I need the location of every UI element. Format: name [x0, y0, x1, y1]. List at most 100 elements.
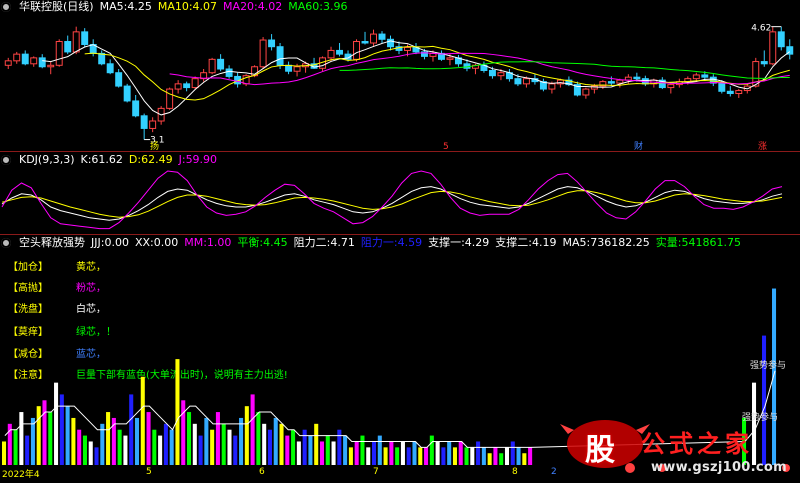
d-indicator: D: 62.49	[128, 153, 173, 166]
settings-icon[interactable]	[1, 155, 11, 165]
volume-bar	[476, 441, 481, 465]
volume-bar	[42, 400, 47, 465]
volume-bar	[19, 412, 24, 465]
ma60-indicator: MA60: 3.96	[288, 0, 348, 13]
candle	[293, 66, 301, 72]
candle	[21, 53, 29, 65]
support1-indicator: 支撑一: 4.29	[428, 236, 490, 249]
volume-title: 空头释放强势	[19, 236, 85, 249]
volume-bar	[464, 447, 469, 465]
main-price-panel[interactable]: 华联控股(日线) MA5: 4.25 MA10: 4.07 MA20: 4.02 MA…	[0, 0, 800, 150]
candle	[692, 74, 700, 80]
volume-bar	[65, 406, 70, 465]
candle	[98, 52, 106, 65]
volume-bar	[54, 382, 59, 465]
volume-bar	[412, 441, 417, 465]
volume-bar	[516, 447, 521, 465]
volume-bar	[106, 412, 111, 465]
volume-bar	[210, 429, 215, 465]
volume-bar	[192, 423, 197, 465]
volume-bar	[123, 435, 128, 465]
volume-bar	[314, 423, 319, 465]
volume-bar	[285, 435, 290, 465]
volume-bar	[134, 417, 140, 465]
candle	[514, 78, 522, 85]
volume-bar	[82, 435, 87, 465]
candle	[463, 63, 471, 69]
volume-bar	[343, 435, 348, 465]
volume-bar	[267, 429, 272, 465]
volume-bar	[187, 412, 192, 465]
volume-bar	[233, 435, 238, 465]
panel-divider[interactable]	[0, 234, 800, 235]
candle	[276, 46, 284, 66]
candle	[72, 31, 80, 53]
volume-bar	[395, 447, 400, 465]
volume-panel-header: 空头释放强势 JJJ: 0.00 XX: 0.00 MM: 1.00 平衡: 4.45 …	[0, 236, 741, 250]
candle	[174, 83, 182, 90]
j-indicator: J: 59.90	[178, 153, 218, 166]
candle	[149, 120, 157, 129]
volume-bar	[163, 423, 168, 465]
panel-divider[interactable]	[0, 151, 800, 152]
candle	[718, 82, 726, 92]
volume-bar	[88, 441, 93, 465]
volume-bar	[441, 447, 446, 465]
volume-bar	[452, 447, 457, 465]
volume-bar	[372, 441, 377, 465]
moving-average-line	[339, 61, 790, 79]
volume-bar	[481, 447, 486, 465]
volume-bar	[302, 429, 307, 465]
candle	[667, 84, 675, 89]
volume-bar	[146, 412, 151, 465]
volume-bar	[447, 441, 452, 465]
candle	[106, 63, 114, 74]
candle	[336, 49, 344, 55]
candle	[327, 49, 335, 59]
candle	[607, 81, 615, 84]
volume-bar	[528, 447, 533, 465]
volume-bar	[325, 435, 330, 465]
candle	[378, 33, 386, 40]
candle	[166, 88, 174, 109]
kdj-panel[interactable]: KDJ(9,3,3) K: 61.62 D: 62.49 J: 59.90	[0, 153, 800, 234]
volume-bar	[458, 441, 463, 465]
candlestick-chart[interactable]: 4.623.1扬 5 财涨	[0, 14, 800, 150]
support2-indicator: 支撑二: 4.19	[495, 236, 557, 249]
kdj-line-chart[interactable]	[0, 167, 800, 233]
settings-icon[interactable]	[1, 2, 11, 12]
candle	[735, 90, 743, 95]
x-axis-label: 2022年4	[2, 470, 40, 480]
candle	[726, 90, 734, 95]
mm-indicator: MM: 1.00	[184, 236, 232, 249]
candle	[582, 88, 590, 96]
volume-bar	[215, 412, 220, 465]
strength-label: 强势参与	[750, 359, 786, 371]
settings-icon[interactable]	[1, 238, 11, 248]
kdj-title: KDJ(9,3,3)	[19, 153, 75, 166]
volume-bar	[377, 435, 382, 465]
volume-bar	[94, 447, 99, 465]
candle	[140, 115, 148, 129]
volume-bar	[308, 435, 313, 465]
watermark-url: www.gszj100.com	[651, 460, 787, 475]
candle	[446, 57, 454, 60]
volume-bar	[296, 441, 301, 465]
volume-ma5-indicator: MA5: 736182.25	[562, 236, 650, 249]
candle	[370, 33, 377, 44]
volume-bar	[487, 453, 492, 465]
event-tag: 5	[443, 142, 449, 150]
candle	[387, 38, 394, 48]
volume-bar	[348, 447, 353, 465]
volume-bar	[152, 429, 157, 465]
volume-bar	[59, 394, 64, 465]
volume-bar	[204, 417, 209, 465]
candle	[225, 68, 233, 77]
volume-bar	[250, 394, 255, 465]
candle	[132, 100, 140, 117]
event-tag: 财	[634, 140, 643, 150]
candle	[361, 41, 369, 44]
candle	[285, 64, 293, 72]
candle	[497, 72, 505, 77]
jjj-indicator: JJJ: 0.00	[91, 236, 129, 249]
